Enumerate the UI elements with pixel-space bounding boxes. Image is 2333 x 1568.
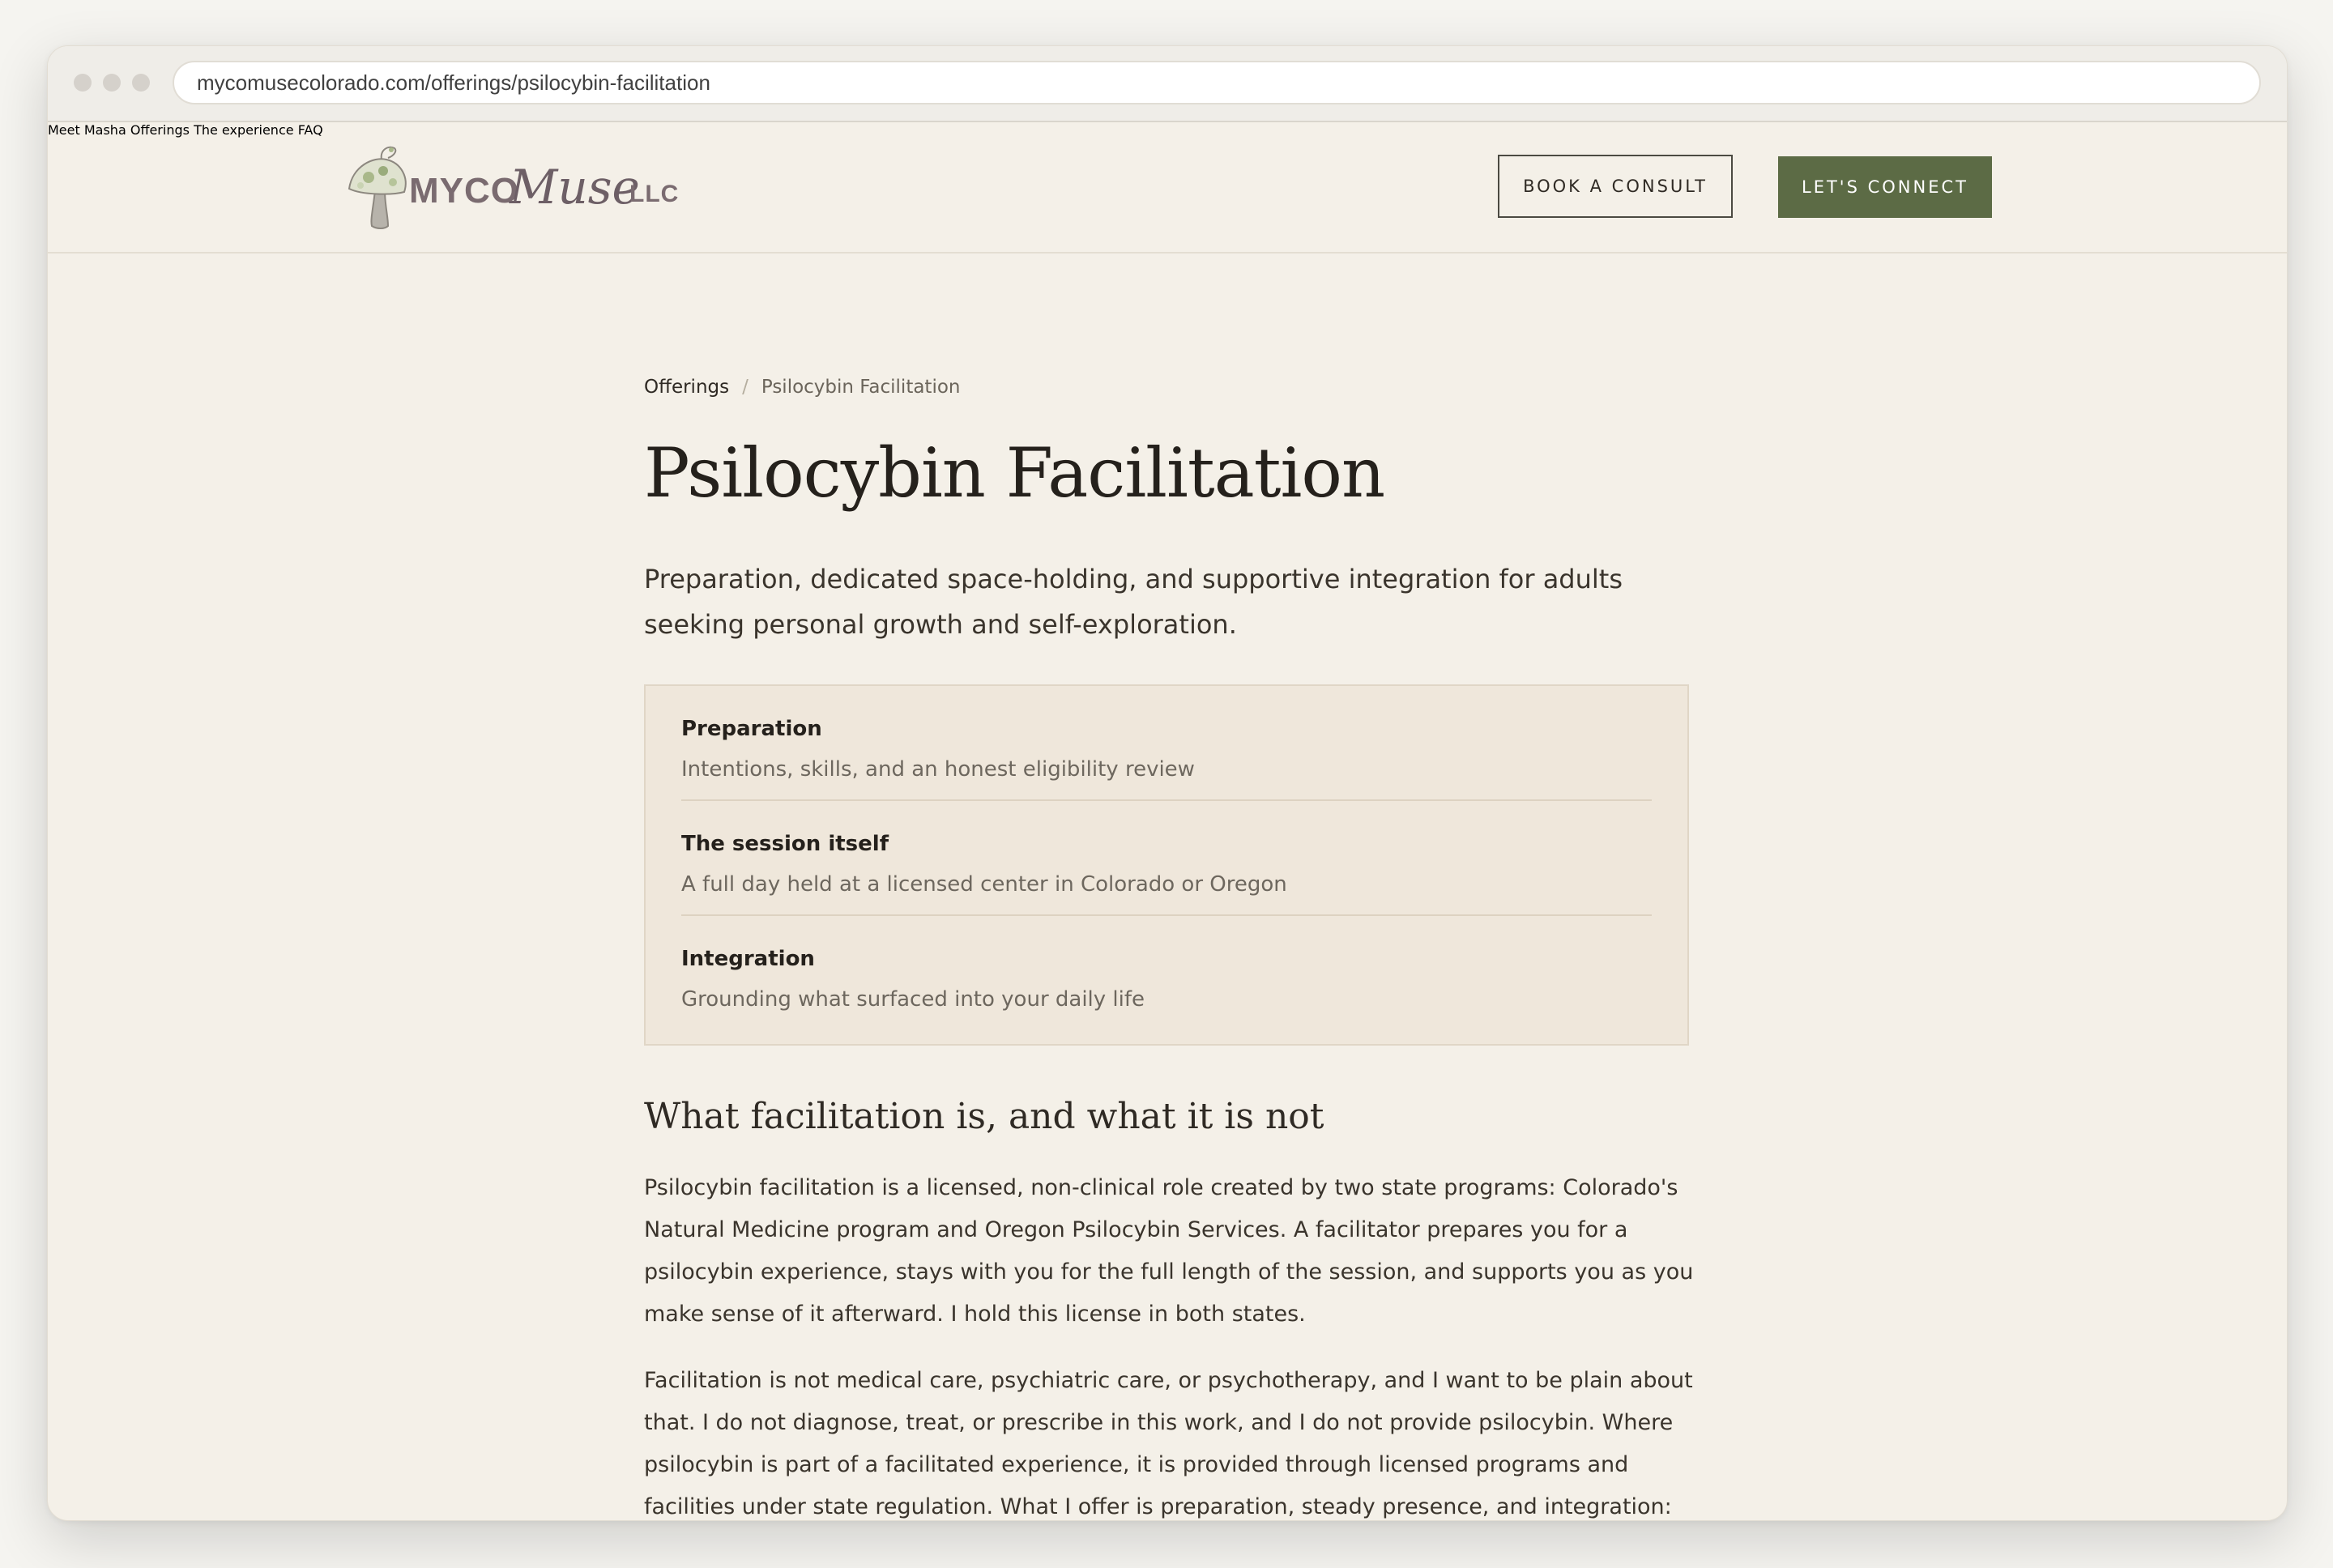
main-nav: Meet Masha Offerings The experience FAQ [48, 122, 2287, 138]
step-row: Integration Grounding what surfaced into… [681, 916, 1652, 1029]
window-close-dot[interactable] [74, 74, 92, 92]
step-subtitle: A full day held at a licensed center in … [681, 872, 1287, 897]
breadcrumb: Offerings / Psilocybin Facilitation [644, 377, 961, 398]
step-subtitle: Intentions, skills, and an honest eligib… [681, 757, 1195, 782]
step-title: The session itself [681, 832, 889, 856]
nav-faq[interactable]: FAQ [298, 122, 323, 138]
browser-window: mycomusecolorado.com/offerings/psilocybi… [47, 45, 2288, 1521]
mushroom-icon [348, 146, 407, 229]
site-logo[interactable]: MYCO Muse LLC [344, 142, 685, 231]
logo-llc-text: LLC [629, 181, 680, 207]
site-header: MYCO Muse LLC Meet Masha Offerings The e… [48, 122, 2287, 254]
breadcrumb-separator: / [742, 377, 749, 398]
nav-meet-masha[interactable]: Meet Masha [48, 122, 126, 138]
browser-chrome: mycomusecolorado.com/offerings/psilocybi… [48, 46, 2287, 122]
page-lede: Preparation, dedicated space-holding, an… [644, 564, 1623, 640]
nav-offerings[interactable]: Offerings [130, 122, 190, 138]
logo-myco-text: MYCO [409, 171, 519, 211]
breadcrumb-offerings-link[interactable]: Offerings [644, 377, 729, 398]
step-subtitle: Grounding what surfaced into your daily … [681, 987, 1145, 1012]
step-row: Preparation Intentions, skills, and an h… [681, 686, 1652, 801]
steps-card: Preparation Intentions, skills, and an h… [644, 684, 1689, 1046]
window-minimize-dot[interactable] [103, 74, 121, 92]
page-title: Psilocybin Facilitation [644, 433, 1385, 513]
lets-connect-button[interactable]: LET'S CONNECT [1778, 156, 1992, 218]
step-row: The session itself A full day held at a … [681, 801, 1652, 916]
step-title: Preparation [681, 717, 822, 741]
section-heading: What facilitation is, and what it is not [644, 1096, 1324, 1137]
address-bar[interactable]: mycomusecolorado.com/offerings/psilocybi… [173, 61, 2261, 104]
url-text: mycomusecolorado.com/offerings/psilocybi… [197, 70, 710, 95]
body-paragraph: Facilitation is not medical care, psychi… [644, 1368, 1693, 1519]
window-maximize-dot[interactable] [132, 74, 150, 92]
step-title: Integration [681, 947, 815, 971]
book-consult-button[interactable]: BOOK A CONSULT [1498, 155, 1733, 218]
logo-muse-text: Muse [510, 160, 640, 215]
body-paragraph: Psilocybin facilitation is a licensed, n… [644, 1175, 1694, 1327]
nav-the-experience[interactable]: The experience [194, 122, 294, 138]
breadcrumb-current: Psilocybin Facilitation [761, 377, 961, 398]
